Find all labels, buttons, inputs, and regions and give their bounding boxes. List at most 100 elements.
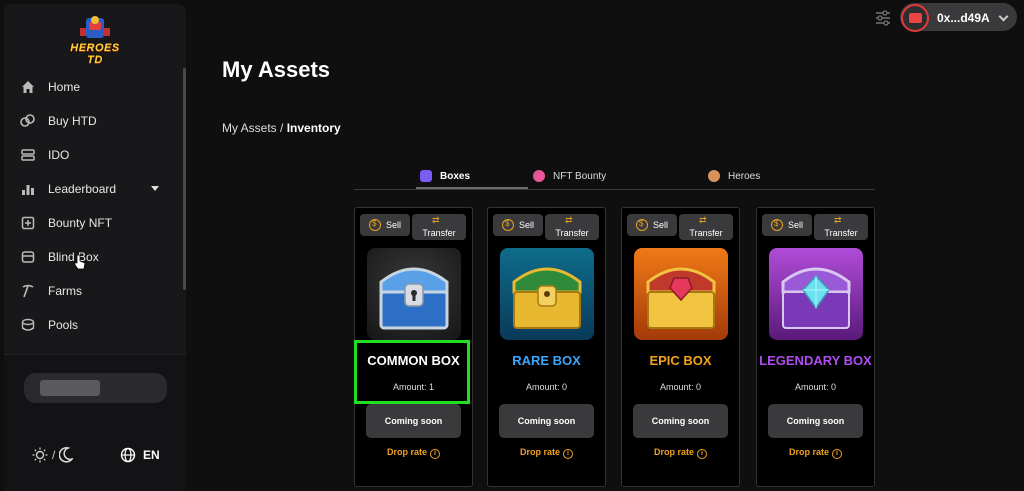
drop-rate-link[interactable]: Drop rate i (622, 447, 739, 459)
settings-sliders-icon[interactable] (875, 9, 891, 27)
common-box-image (367, 248, 461, 340)
drop-rate-link[interactable]: Drop rate i (488, 447, 605, 459)
sidebar-item-ido[interactable]: IDO (4, 138, 184, 172)
sidebar-item-buy-htd[interactable]: Buy HTD (4, 104, 184, 138)
home-icon (20, 79, 36, 95)
info-icon: i (697, 449, 707, 459)
app-root: HEROES TD Home Buy HTD IDO Leaderboard B… (0, 0, 1024, 491)
sidebar-nav: Home Buy HTD IDO Leaderboard Bounty NFT … (4, 70, 184, 342)
drop-rate-label: Drop rate (519, 447, 560, 457)
breadcrumb-root[interactable]: My Assets / (222, 121, 283, 135)
drop-rate-link[interactable]: Drop rate i (757, 447, 874, 459)
coin-icon (501, 219, 514, 231)
sell-label: Sell (652, 220, 668, 230)
chevron-down-icon[interactable] (151, 186, 159, 191)
breadcrumb: My Assets / Inventory (222, 121, 341, 135)
drop-rate-label: Drop rate (653, 447, 694, 457)
sell-label: Sell (518, 220, 534, 230)
coming-soon-label: Coming soon (384, 416, 443, 426)
wallet-address: 0x...d49A (937, 11, 990, 25)
coin-icon (635, 219, 648, 231)
info-icon: i (832, 449, 842, 459)
language-selector[interactable]: EN (120, 447, 160, 463)
tab-boxes[interactable]: Boxes (420, 162, 470, 190)
transfer-icon: ⇄ (834, 215, 842, 225)
sidebar-item-farms[interactable]: Farms (4, 274, 184, 308)
sell-button[interactable]: Sell (360, 214, 410, 236)
logo[interactable]: HEROES TD (62, 14, 128, 66)
tab-label: NFT Bounty (553, 170, 607, 182)
coming-soon-label: Coming soon (517, 416, 576, 426)
sell-label: Sell (787, 220, 803, 230)
box-name: LEGENDARY BOX (759, 353, 872, 368)
tab-heroes[interactable]: Heroes (708, 162, 760, 190)
moon-icon[interactable] (59, 447, 74, 463)
sell-button[interactable]: Sell (493, 214, 543, 236)
sun-icon[interactable] (32, 447, 48, 463)
tab-nft-bounty[interactable]: NFT Bounty (533, 162, 606, 190)
boxes-icon (420, 170, 432, 182)
box-icon (20, 249, 36, 265)
logo-emblem-icon (80, 16, 110, 38)
sidebar: HEROES TD Home Buy HTD IDO Leaderboard B… (4, 4, 186, 491)
page-title: My Assets (222, 57, 331, 82)
transfer-button[interactable]: ⇄ Transfer (412, 214, 466, 240)
coming-soon-button[interactable]: Coming soon (633, 404, 728, 438)
sell-button[interactable]: Sell (627, 214, 677, 236)
box-card-legendary: Sell ⇄ Transfer LEGENDARY BOX Amount: 0 C… (756, 207, 875, 487)
box-name: EPIC BOX (649, 353, 712, 368)
transfer-label: Transfer (824, 228, 858, 238)
transfer-button[interactable]: ⇄ Transfer (545, 214, 599, 240)
language-label: EN (143, 448, 160, 462)
sidebar-item-blind-box[interactable]: Blind Box (4, 240, 184, 274)
sidebar-item-pools[interactable]: Pools (4, 308, 184, 342)
sell-button[interactable]: Sell (762, 214, 812, 236)
transfer-label: Transfer (422, 228, 456, 238)
sidebar-footer: / EN (4, 354, 186, 491)
drop-rate-label: Drop rate (386, 447, 427, 457)
pools-icon (20, 317, 36, 333)
sidebar-item-home[interactable]: Home (4, 70, 184, 104)
leaderboard-icon (20, 181, 36, 197)
drop-rate-label: Drop rate (788, 447, 829, 457)
selection-highlight (354, 340, 470, 404)
coin-icon (368, 219, 381, 231)
heroes-icon (708, 170, 720, 182)
nft-bounty-icon (533, 170, 545, 182)
coming-soon-label: Coming soon (786, 416, 845, 426)
bounty-icon (20, 215, 36, 231)
sidebar-item-label: IDO (48, 148, 70, 162)
theme-separator: / (52, 448, 56, 462)
logo-text: HEROES TD (70, 42, 120, 66)
transfer-button[interactable]: ⇄ Transfer (679, 214, 733, 240)
sidebar-item-label: Pools (48, 318, 79, 332)
sidebar-item-label: Leaderboard (48, 182, 117, 196)
box-card-rare: Sell ⇄ Transfer RARE BOX Amount: 0 Coming… (487, 207, 606, 487)
wallet-button[interactable]: 0x...d49A (900, 3, 1017, 32)
network-toggle[interactable] (24, 373, 167, 403)
coming-soon-button[interactable]: Coming soon (366, 404, 461, 438)
coming-soon-label: Coming soon (651, 416, 710, 426)
transfer-button[interactable]: ⇄ Transfer (814, 214, 868, 240)
wallet-icon (901, 4, 929, 32)
breadcrumb-current: Inventory (286, 121, 341, 135)
drop-rate-link[interactable]: Drop rate i (355, 447, 472, 459)
coming-soon-button[interactable]: Coming soon (768, 404, 863, 438)
box-amount: Amount: 0 (659, 382, 702, 392)
info-icon: i (563, 449, 573, 459)
rare-box-image (500, 248, 594, 340)
sidebar-item-leaderboard[interactable]: Leaderboard (4, 172, 184, 206)
legendary-box-image (769, 248, 863, 340)
chevron-down-icon (998, 11, 1009, 22)
box-name: RARE BOX (512, 353, 581, 368)
info-icon: i (430, 449, 440, 459)
sidebar-item-bounty-nft[interactable]: Bounty NFT (4, 206, 184, 240)
sidebar-item-label: Home (48, 80, 81, 94)
sidebar-item-label: Farms (48, 284, 82, 298)
active-tab-indicator (416, 187, 528, 189)
sidebar-item-label: Bounty NFT (48, 216, 113, 230)
coming-soon-button[interactable]: Coming soon (499, 404, 594, 438)
transfer-icon: ⇄ (699, 215, 707, 225)
tab-label: Boxes (440, 170, 471, 182)
coins-icon (20, 113, 36, 129)
